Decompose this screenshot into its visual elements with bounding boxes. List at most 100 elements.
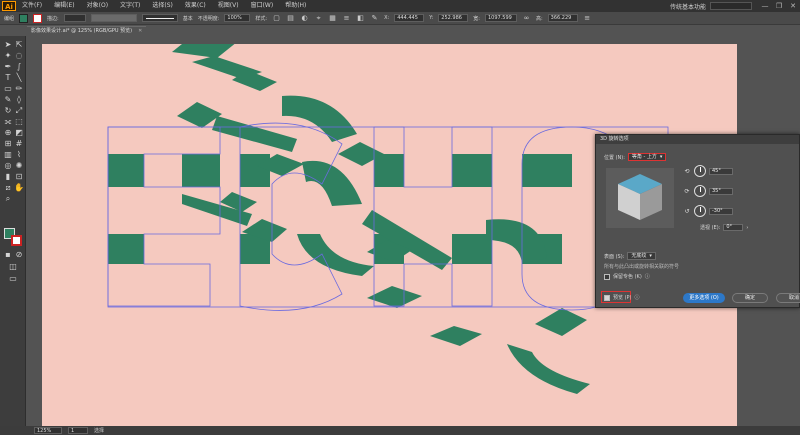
- align-icon[interactable]: ▤: [286, 14, 295, 23]
- perspective-input[interactable]: 0°: [723, 224, 744, 231]
- puppet-warp-icon[interactable]: ✎: [370, 14, 379, 23]
- blend-tool-icon[interactable]: ◎: [3, 161, 13, 171]
- z-dial[interactable]: [694, 205, 706, 217]
- artboard-tool-icon[interactable]: ⊡: [14, 172, 24, 182]
- arrange-icon[interactable]: ≡: [342, 14, 351, 23]
- screen-mode-icon[interactable]: ▭: [8, 274, 18, 284]
- rectangle-tool-icon[interactable]: ▭: [3, 84, 13, 94]
- x-axis-icon: ⟲: [684, 167, 690, 175]
- stroke-weight-field[interactable]: [63, 14, 86, 22]
- info-icon: ⓘ: [644, 274, 650, 280]
- cube-icon[interactable]: [606, 168, 674, 228]
- diamond-10: [430, 326, 482, 346]
- menu-edit[interactable]: 编辑(E): [48, 0, 80, 12]
- outline-h: [373, 126, 493, 307]
- artboard-number-field[interactable]: 1: [68, 427, 88, 434]
- recolor-icon[interactable]: ◐: [300, 14, 309, 23]
- minimize-button[interactable]: —: [758, 2, 772, 10]
- menu-type[interactable]: 文字(T): [114, 0, 146, 12]
- symbol-sprayer-tool-icon[interactable]: ✺: [14, 161, 24, 171]
- diamond-11: [535, 308, 587, 336]
- brush-definition-field[interactable]: [141, 14, 178, 22]
- eraser-tool-icon[interactable]: ◊: [14, 95, 24, 105]
- y-dial[interactable]: [694, 185, 706, 197]
- width-tool-icon[interactable]: ⟗: [3, 117, 13, 127]
- menu-view[interactable]: 视图(V): [212, 0, 245, 12]
- height-field[interactable]: 366.229: [547, 14, 578, 22]
- workspace-switcher[interactable]: 传统基本功能: [670, 2, 706, 11]
- document-tab[interactable]: 影像效果设计.ai* @ 125% (RGB/GPU 预览) ✕: [27, 26, 147, 36]
- menu-file[interactable]: 文件(F): [16, 0, 48, 12]
- diamond-9: [367, 286, 422, 308]
- rotate-z-input[interactable]: -30°: [709, 207, 733, 215]
- eyedropper-tool-icon[interactable]: ⌇: [14, 150, 24, 160]
- close-tab-icon[interactable]: ✕: [138, 27, 142, 36]
- variable-width-field[interactable]: [90, 14, 137, 22]
- link-proportions-icon[interactable]: ∞: [522, 14, 531, 23]
- free-transform-tool-icon[interactable]: ⬚: [14, 117, 24, 127]
- curvature-tool-icon[interactable]: ∫: [14, 62, 24, 72]
- magic-wand-tool-icon[interactable]: ✦: [3, 51, 13, 61]
- menu-object[interactable]: 对象(O): [81, 0, 114, 12]
- stroke-color-swatch[interactable]: [33, 13, 43, 23]
- close-window-button[interactable]: ✕: [786, 2, 800, 10]
- menu-window[interactable]: 窗口(W): [245, 0, 280, 12]
- preview-checkbox[interactable]: [604, 294, 610, 301]
- echo-artwork-shapes[interactable]: [108, 44, 590, 394]
- mesh-tool-icon[interactable]: #: [14, 139, 24, 149]
- direct-selection-tool-icon[interactable]: ⇱: [14, 40, 24, 50]
- style-swatch-icon[interactable]: ▢: [272, 14, 281, 23]
- x-field[interactable]: 444.445: [394, 14, 425, 22]
- width-field[interactable]: 1097.599: [484, 14, 517, 22]
- zoom-tool-icon[interactable]: ⌕: [3, 194, 13, 204]
- pen-tool-icon[interactable]: ✒: [3, 62, 13, 72]
- slice-tool-icon[interactable]: ⧄: [3, 183, 13, 193]
- isolate-icon[interactable]: ▦: [328, 14, 337, 23]
- pencil-tool-icon[interactable]: ✎: [3, 95, 13, 105]
- search-input[interactable]: [710, 2, 752, 10]
- maximize-button[interactable]: ❐: [772, 2, 786, 10]
- transform-icon[interactable]: ⌖: [314, 14, 323, 23]
- rotation-cube-preview[interactable]: [606, 168, 674, 228]
- preview-row: 预览 (P) ⓘ: [604, 294, 640, 301]
- live-paint-tool-icon[interactable]: ◩: [14, 128, 24, 138]
- none-color-icon[interactable]: ⊘: [14, 250, 24, 260]
- gradient-tool-icon[interactable]: ▥: [3, 150, 13, 160]
- paintbrush-tool-icon[interactable]: ✏: [14, 84, 24, 94]
- menu-select[interactable]: 选择(S): [146, 0, 179, 12]
- zoom-field[interactable]: 125%: [34, 427, 62, 434]
- rotate-y-input[interactable]: 35°: [709, 187, 733, 195]
- scale-tool-icon[interactable]: ⤢: [14, 106, 24, 116]
- line-tool-icon[interactable]: ╲: [14, 73, 24, 83]
- drawing-mode-icon[interactable]: ◫: [8, 262, 18, 272]
- menu-help[interactable]: 帮助(H): [279, 0, 312, 12]
- rotate-tool-icon[interactable]: ↻: [3, 106, 13, 116]
- rotate-x-input[interactable]: 45°: [709, 167, 733, 175]
- hand-tool-icon[interactable]: ✋: [14, 183, 24, 193]
- y-field[interactable]: 252.986: [438, 14, 469, 22]
- ok-button[interactable]: 确定: [732, 293, 768, 303]
- perspective-arrow-icon[interactable]: ›: [746, 225, 748, 231]
- color-mode-icon[interactable]: ▪: [3, 250, 13, 260]
- x-dial[interactable]: [694, 165, 706, 177]
- select-similar-icon[interactable]: ◧: [356, 14, 365, 23]
- perspective-grid-tool-icon[interactable]: ⊞: [3, 139, 13, 149]
- surface-select[interactable]: 无底纹 ▾: [627, 252, 656, 260]
- opacity-field[interactable]: 100%: [224, 14, 251, 22]
- panel-menu-icon[interactable]: ≡: [583, 14, 592, 23]
- more-options-button[interactable]: 更多选项 (O): [683, 293, 725, 303]
- graph-tool-icon[interactable]: ▮: [3, 172, 13, 182]
- stroke-swatch[interactable]: [11, 235, 22, 246]
- position-select[interactable]: 等角 - 上方 ▾: [627, 153, 667, 161]
- fill-color-swatch[interactable]: [19, 13, 29, 23]
- status-bar: 125% 1 选择: [0, 426, 800, 435]
- cancel-button[interactable]: 取消: [776, 293, 800, 303]
- lasso-tool-icon[interactable]: ◌: [14, 51, 24, 61]
- shape-builder-tool-icon[interactable]: ⊕: [3, 128, 13, 138]
- slant-piece-2: [212, 116, 297, 152]
- menu-effect[interactable]: 效果(C): [179, 0, 212, 12]
- keep-spot-checkbox[interactable]: [604, 273, 610, 280]
- type-tool-icon[interactable]: T: [3, 73, 13, 83]
- rotate-x-row: ⟲ 45°: [683, 165, 733, 177]
- selection-tool-icon[interactable]: ➤: [3, 40, 13, 50]
